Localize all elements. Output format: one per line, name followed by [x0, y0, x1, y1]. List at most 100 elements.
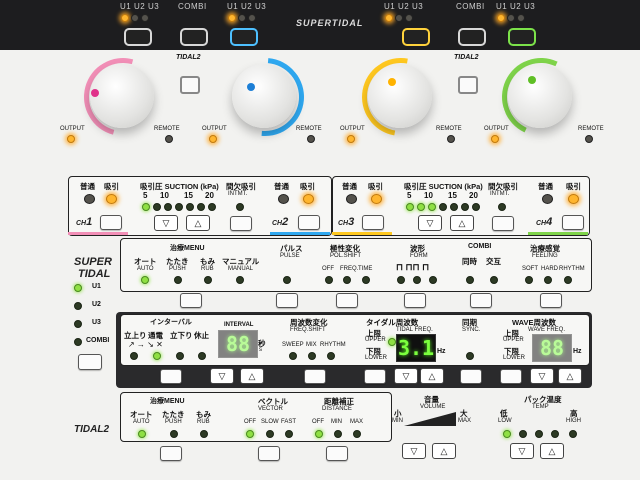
interval-label: INTERVAL [224, 322, 254, 328]
pol-button[interactable] [336, 293, 358, 308]
feel-button[interactable] [540, 293, 562, 308]
distance-min-led [334, 430, 342, 438]
scale-15-right: 15 [448, 191, 457, 200]
ch1-suction-button[interactable] [100, 215, 122, 230]
interval-down-button[interactable]: ▽ [210, 368, 234, 384]
tsuuden-led [153, 352, 161, 360]
top-led-u1-ch2 [228, 14, 236, 22]
vector-slow-led [266, 430, 274, 438]
suction-led-4-right [439, 203, 447, 211]
ch2-remote-label: REMOTE [296, 126, 322, 132]
wave-select-button[interactable] [500, 369, 522, 384]
sync-led [466, 352, 474, 360]
distance-off-led [315, 430, 323, 438]
hard-led [544, 276, 552, 284]
vector-off-led [246, 430, 254, 438]
intmt-label-left: INTMT. [228, 191, 248, 197]
ch2-tag: CH2 [272, 216, 289, 228]
suction-up-button-left[interactable]: △ [186, 215, 210, 231]
ch3-knob-indicator [388, 78, 396, 86]
ch2-mode-button[interactable] [230, 28, 258, 46]
ch4-output-knob[interactable] [508, 64, 572, 128]
tidal-select-button[interactable] [364, 369, 386, 384]
ch2-futsu-label: 普通 [274, 182, 289, 191]
ch2-remote-led [307, 135, 315, 143]
intmt-label-right: INTMT. [490, 191, 510, 197]
form-button[interactable] [404, 293, 426, 308]
distance-button[interactable] [326, 446, 348, 461]
freqshift-button[interactable] [304, 369, 326, 384]
ch3-output-knob[interactable] [368, 64, 432, 128]
tidal-hz: Hz [437, 348, 446, 355]
sync-button[interactable] [460, 369, 482, 384]
wave-lower-en: LOWER [503, 355, 526, 361]
ch3-futsu-label: 普通 [342, 182, 357, 191]
volume-up-button[interactable]: △ [432, 443, 456, 459]
tidal2-button-left[interactable] [180, 76, 200, 94]
suction-up-button-right[interactable]: △ [450, 215, 474, 231]
side-u3-label: U3 [92, 319, 101, 326]
feel-en: FEELING [532, 253, 558, 259]
ch4-output-led [491, 135, 499, 143]
ch1-knob-indicator [91, 89, 99, 97]
ch3-remote-label: REMOTE [436, 126, 462, 132]
temp-led-4 [551, 430, 559, 438]
vol-max: MAX [458, 418, 472, 424]
ch4-suction-button[interactable] [562, 215, 584, 230]
interval-select-button[interactable] [160, 369, 182, 384]
suction-led-6-right [461, 203, 469, 211]
menu-button[interactable] [180, 293, 202, 308]
tidal2-button-right[interactable] [458, 76, 478, 94]
manual-led [236, 276, 244, 284]
wave-up-button[interactable]: △ [558, 368, 582, 384]
ch4-mode-button[interactable] [508, 28, 536, 46]
pulse-button[interactable] [276, 293, 298, 308]
form-led-1 [397, 276, 405, 284]
ch3-suction-button[interactable] [362, 215, 384, 230]
side-combi-label: COMBI [86, 337, 110, 344]
wave-down-button[interactable]: ▽ [530, 368, 554, 384]
temp-led-1 [503, 430, 511, 438]
ch3-mode-button[interactable] [402, 28, 430, 46]
scale-20-right: 20 [469, 191, 478, 200]
combi-right-button[interactable] [458, 28, 486, 46]
ch1-output-knob[interactable] [90, 64, 154, 128]
temp-up-button[interactable]: △ [540, 443, 564, 459]
ch1-kyuin-led [106, 194, 117, 204]
combi-left-button[interactable] [180, 28, 208, 46]
pol-freq: FREQ. [340, 266, 359, 272]
temp-led-3 [535, 430, 543, 438]
ch2-output-knob[interactable] [232, 64, 296, 128]
pol-time-led [362, 276, 370, 284]
top-u-labels-right: U1 U2 U3 [384, 2, 424, 11]
ch3-remote-led [447, 135, 455, 143]
temp-down-button[interactable]: ▽ [510, 443, 534, 459]
top-u-labels-right2: U1 U2 U3 [496, 2, 536, 11]
tidal-up-button[interactable]: △ [420, 368, 444, 384]
waveform-icons: ⊓ ⊓⊓ ⊓ [396, 262, 430, 272]
intmt-button-right[interactable] [492, 216, 514, 231]
top-led-u3-ch2 [248, 14, 256, 22]
ch2-suction-button[interactable] [298, 215, 320, 230]
combi-button[interactable] [470, 293, 492, 308]
b-push-en: PUSH [165, 419, 182, 425]
suction-down-button-left[interactable]: ▽ [154, 215, 178, 231]
suction-down-button-right[interactable]: ▽ [418, 215, 442, 231]
top-combi-right: COMBI [456, 2, 485, 11]
scale-5-right: 5 [407, 191, 412, 200]
ch1-tag: CH1 [76, 216, 93, 228]
interval-arrow-icons: ↗ → ↘ ✕ [128, 340, 163, 349]
tidal-down-button[interactable]: ▽ [394, 368, 418, 384]
suction-led-2-right [417, 203, 425, 211]
tachisagari-led [176, 352, 184, 360]
wave-hz: Hz [573, 348, 582, 355]
intmt-button-left[interactable] [230, 216, 252, 231]
interval-up-button[interactable]: △ [240, 368, 264, 384]
bottom-menu-button[interactable] [160, 446, 182, 461]
ch1-mode-button[interactable] [124, 28, 152, 46]
volume-down-button[interactable]: ▽ [402, 443, 426, 459]
vector-button[interactable] [258, 446, 280, 461]
side-mode-button[interactable] [78, 354, 102, 370]
mix-led [308, 352, 316, 360]
tachiagari-led [130, 352, 138, 360]
